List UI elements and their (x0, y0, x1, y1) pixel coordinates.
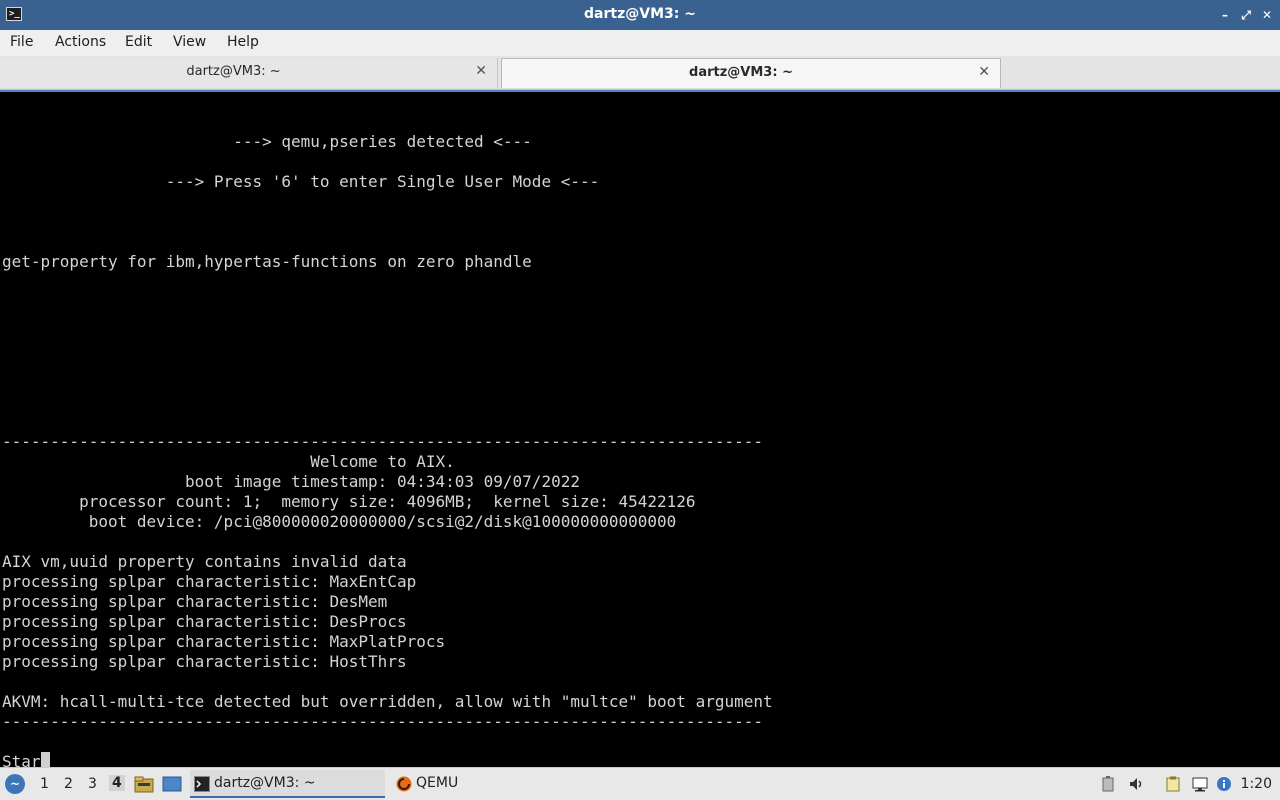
window-title: dartz@VM3: ~ (584, 6, 696, 22)
menu-actions[interactable]: Actions (55, 34, 106, 50)
menu-bar: File Actions Edit View Help (0, 30, 1280, 56)
show-desktop-icon[interactable] (162, 775, 182, 793)
terminal-line: processor count: 1; memory size: 4096MB;… (2, 492, 696, 511)
terminal-line: get-property for ibm,hypertas-functions … (2, 252, 532, 271)
terminal-line: processing splpar characteristic: HostTh… (2, 652, 407, 671)
terminal-line: boot device: /pci@800000020000000/scsi@2… (2, 512, 677, 531)
tab-terminal-2[interactable]: dartz@VM3: ~ ✕ (501, 58, 1001, 88)
terminal-line: processing splpar characteristic: MaxEnt… (2, 572, 417, 591)
terminal-icon (194, 776, 210, 792)
terminal-line: ----------------------------------------… (2, 712, 763, 731)
workspace-2[interactable]: 2 (64, 776, 73, 792)
minimize-button[interactable]: – (1216, 6, 1234, 24)
workspace-4[interactable]: 4 (109, 775, 125, 791)
notification-info-icon[interactable] (1216, 776, 1232, 792)
terminal-output[interactable]: Star ---> qemu,pseries detected <--- ---… (0, 90, 1280, 767)
network-icon[interactable] (1192, 776, 1208, 792)
volume-icon[interactable] (1128, 776, 1144, 792)
tab-close-icon[interactable]: ✕ (475, 63, 487, 79)
battery-icon[interactable] (1100, 776, 1116, 792)
qemu-icon (396, 776, 412, 792)
task-label: dartz@VM3: ~ (214, 775, 316, 791)
start-menu-icon[interactable]: ~ (5, 774, 25, 794)
taskbar: ~ 1 2 3 4 dartz@VM3: ~ QEMU 1:20 (0, 767, 1280, 800)
terminal-line: Welcome to AIX. (2, 452, 455, 471)
menu-view[interactable]: View (173, 34, 206, 50)
terminal-line: ----------------------------------------… (2, 432, 763, 451)
tab-terminal-1[interactable]: dartz@VM3: ~ ✕ (0, 58, 498, 88)
terminal-line: boot image timestamp: 04:34:03 09/07/202… (2, 472, 580, 491)
tab-close-icon[interactable]: ✕ (978, 64, 990, 80)
terminal-line: ---> Press '6' to enter Single User Mode… (2, 172, 600, 191)
menu-edit[interactable]: Edit (125, 34, 152, 50)
menu-file[interactable]: File (10, 34, 33, 50)
terminal-line: AKVM: hcall-multi-tce detected but overr… (2, 692, 773, 711)
clock[interactable]: 1:20 (1241, 776, 1272, 792)
tab-bar: dartz@VM3: ~ ✕ dartz@VM3: ~ ✕ (0, 56, 1280, 90)
tab-label: dartz@VM3: ~ (186, 64, 281, 79)
task-label: QEMU (416, 775, 459, 791)
task-qemu[interactable]: QEMU (392, 770, 572, 798)
terminal-line: AIX vm,uuid property contains invalid da… (2, 552, 407, 571)
workspace-3[interactable]: 3 (88, 776, 97, 792)
terminal-prompt-line: Star (2, 752, 50, 767)
file-manager-icon[interactable] (134, 775, 154, 793)
task-terminal[interactable]: dartz@VM3: ~ (190, 770, 385, 798)
title-bar[interactable]: >_ dartz@VM3: ~ – ⤢ ✕ (0, 0, 1280, 30)
maximize-restore-button[interactable]: ⤢ (1237, 6, 1255, 24)
terminal-line: ---> qemu,pseries detected <--- (2, 132, 532, 151)
workspace-1[interactable]: 1 (40, 776, 49, 792)
menu-help[interactable]: Help (227, 34, 259, 50)
terminal-line: processing splpar characteristic: MaxPla… (2, 632, 446, 651)
terminal-line: processing splpar characteristic: DesMem (2, 592, 388, 611)
close-button[interactable]: ✕ (1258, 6, 1276, 24)
tab-label: dartz@VM3: ~ (689, 65, 793, 80)
prompt-text: Star (2, 752, 41, 767)
terminal-line: processing splpar characteristic: DesPro… (2, 612, 407, 631)
clipboard-icon[interactable] (1165, 776, 1181, 792)
text-cursor (40, 752, 50, 767)
